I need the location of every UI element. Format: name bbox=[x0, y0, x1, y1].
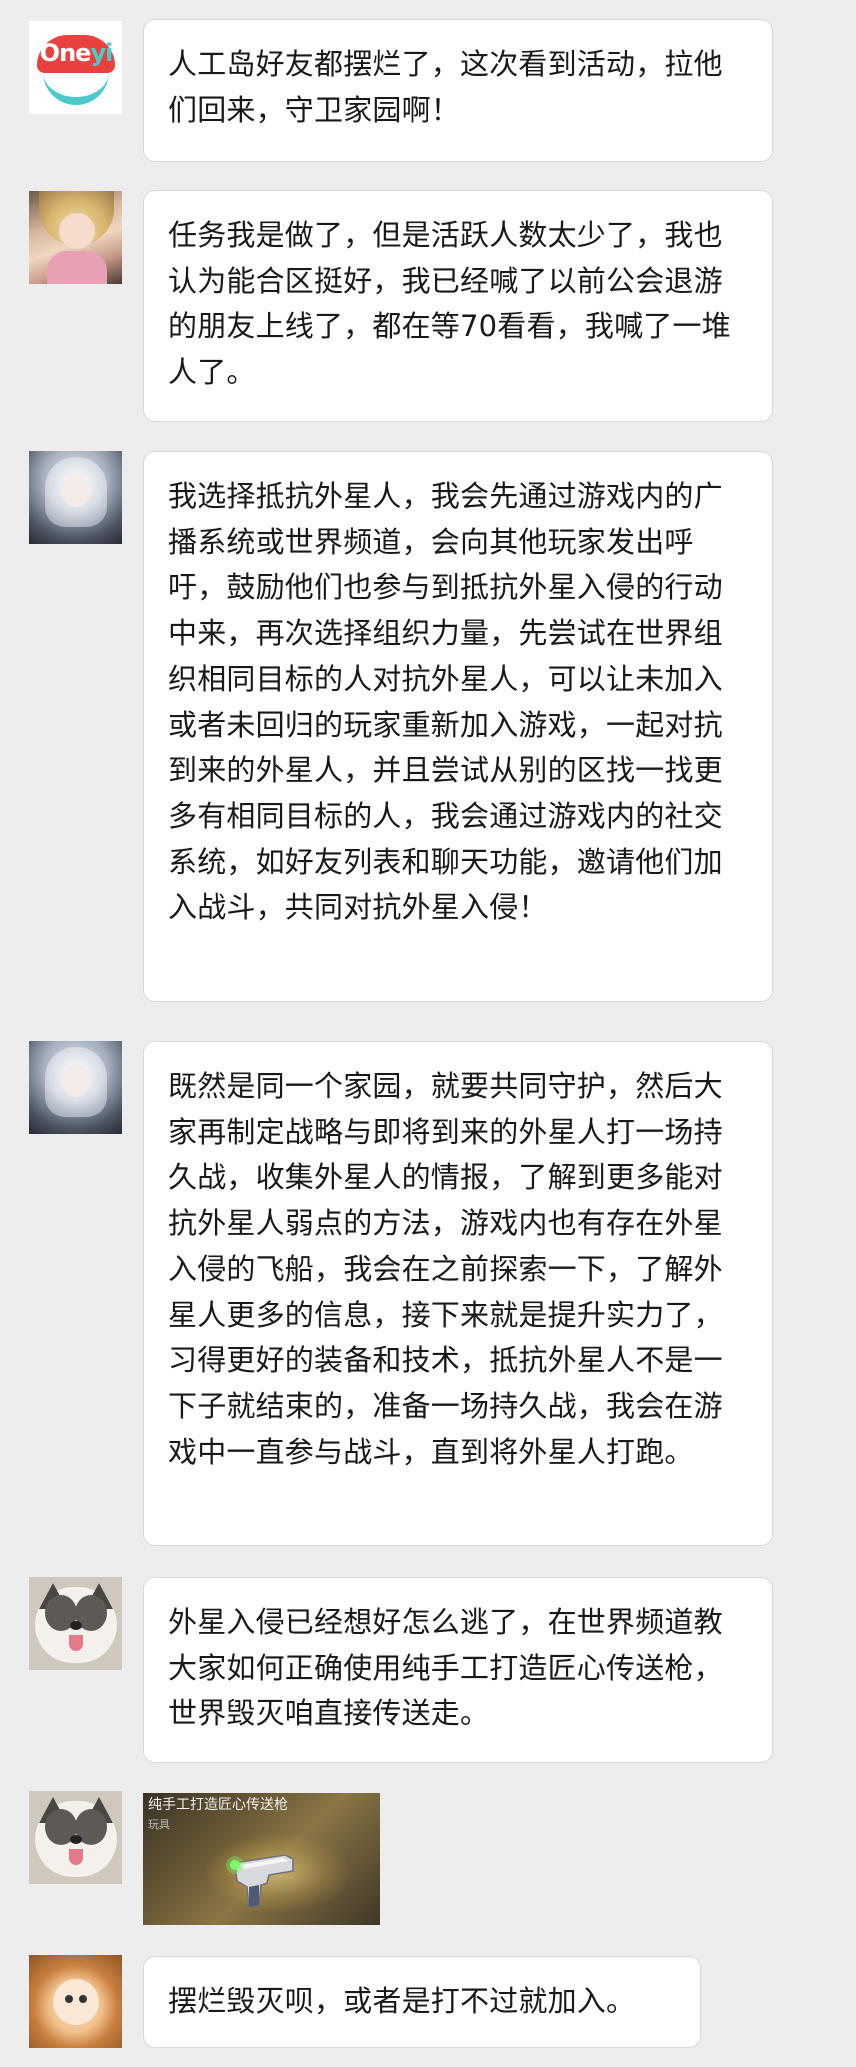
cat-eye-right bbox=[79, 1995, 87, 2003]
message-text: 人工岛好友都摆烂了，这次看到活动，拉他们回来，守卫家园啊！ bbox=[168, 47, 723, 127]
dog-nose bbox=[70, 1835, 82, 1844]
message-bubble[interactable]: 我选择抵抗外星人，我会先通过游戏内的广播系统或世界频道，会向其他玩家发出呼吁，鼓… bbox=[143, 451, 773, 1002]
message-text: 既然是同一个家园，就要共同守护，然后大家再制定战略与即将到来的外星人打一场持久战… bbox=[168, 1069, 723, 1469]
cat-face bbox=[53, 1979, 99, 2025]
silver-hair-avatar[interactable] bbox=[29, 1041, 122, 1134]
teleport-gun-icon bbox=[226, 1854, 294, 1908]
message-text: 我选择抵抗外星人，我会先通过游戏内的广播系统或世界频道，会向其他玩家发出呼吁，鼓… bbox=[168, 479, 723, 925]
dog-nose bbox=[70, 1621, 82, 1630]
logo-text: Oneyi bbox=[39, 39, 114, 67]
avatar-face bbox=[59, 213, 95, 249]
image-tag: 玩具 bbox=[148, 1818, 170, 1831]
message-bubble[interactable]: 人工岛好友都摆烂了，这次看到活动，拉他们回来，守卫家园啊！ bbox=[143, 19, 773, 162]
logo-smile-shape bbox=[43, 67, 109, 105]
image-caption: 纯手工打造匠心传送枪 bbox=[148, 1797, 288, 1813]
oneyi-logo-avatar[interactable]: Oneyi bbox=[29, 21, 122, 114]
anime-girl-avatar[interactable] bbox=[29, 191, 122, 284]
message-bubble[interactable]: 外星入侵已经想好怎么逃了，在世界频道教大家如何正确使用纯手工打造匠心传送枪，世界… bbox=[143, 1577, 773, 1763]
avatar-face bbox=[61, 1065, 91, 1097]
message-bubble[interactable]: 摆烂毁灭呗，或者是打不过就加入。 bbox=[143, 1956, 701, 2048]
avatar-shirt bbox=[47, 251, 107, 284]
message-bubble[interactable]: 既然是同一个家园，就要共同守护，然后大家再制定战略与即将到来的外星人打一场持久战… bbox=[143, 1041, 773, 1546]
message-text: 摆烂毁灭呗，或者是打不过就加入。 bbox=[168, 1984, 636, 2018]
message-text: 任务我是做了，但是活跃人数太少了，我也认为能合区挺好，我已经喊了以前公会退游的朋… bbox=[168, 218, 731, 390]
dog-tongue bbox=[69, 1849, 83, 1865]
husky-avatar[interactable] bbox=[29, 1791, 122, 1884]
image-message[interactable]: 纯手工打造匠心传送枪 玩具 bbox=[143, 1793, 380, 1925]
avatar-face bbox=[61, 475, 91, 507]
husky-avatar[interactable] bbox=[29, 1577, 122, 1670]
message-text: 外星入侵已经想好怎么逃了，在世界频道教大家如何正确使用纯手工打造匠心传送枪，世界… bbox=[168, 1605, 723, 1731]
cat-eye-left bbox=[65, 1995, 73, 2003]
message-bubble[interactable]: 任务我是做了，但是活跃人数太少了，我也认为能合区挺好，我已经喊了以前公会退游的朋… bbox=[143, 190, 773, 422]
cat-avatar[interactable] bbox=[29, 1955, 122, 2048]
dog-tongue bbox=[69, 1635, 83, 1651]
silver-hair-avatar[interactable] bbox=[29, 451, 122, 544]
